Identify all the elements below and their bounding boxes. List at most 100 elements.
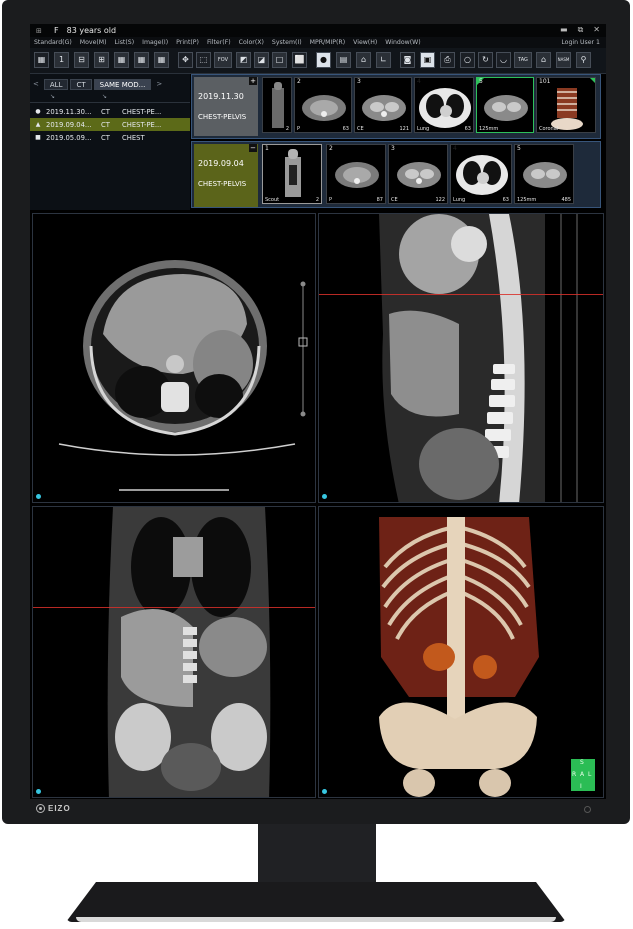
series-thumb[interactable]: 2 P 87 — [326, 144, 386, 204]
study-row[interactable]: ● 2019.11.30... CT CHEST-PE... — [30, 105, 190, 118]
volume-render-image — [379, 517, 539, 797]
restore-icon[interactable]: ⧉ — [578, 25, 584, 35]
series-thumb[interactable]: 2 — [262, 77, 292, 133]
capture-icon[interactable]: ◙ — [400, 52, 415, 68]
axial-thumb-image — [362, 95, 406, 121]
circle-roi-icon[interactable]: ● — [316, 52, 331, 68]
layout-2-button[interactable]: ⊟ — [74, 52, 89, 68]
series-thumb[interactable]: 3 CE 121 — [354, 77, 412, 133]
layout-grid-button[interactable]: ▦ — [34, 52, 49, 68]
axial-thumb-image — [477, 78, 528, 121]
menu-system[interactable]: System(I) — [272, 39, 302, 46]
thumb-label: Lung — [417, 126, 430, 132]
compare-icon[interactable]: ▣ — [420, 52, 435, 68]
layout-4-button[interactable]: ⊞ — [94, 52, 109, 68]
close-icon[interactable]: ✕ — [593, 25, 600, 35]
gsps-icon[interactable]: ▤ — [336, 52, 351, 68]
patient-sex: F — [54, 26, 59, 35]
thumb-count: 87 — [376, 197, 383, 203]
layout-6-button[interactable]: ▦ — [114, 52, 129, 68]
tab-same-modality[interactable]: SAME MOD... — [93, 78, 152, 90]
viewport-3d-volume[interactable]: S R A L I — [318, 506, 604, 798]
series-thumb[interactable]: 4 Lung 63 — [450, 144, 512, 204]
hospital-icon[interactable]: ⌂ — [356, 52, 371, 68]
smile-icon[interactable]: ◡ — [496, 52, 511, 68]
thumb-number: 5 — [517, 145, 521, 152]
brand-logo: EIZO — [36, 804, 71, 813]
thumb-count: 63 — [342, 126, 349, 132]
study-description: CHEST-PE... — [122, 107, 162, 116]
series-thumb[interactable]: 3 CE 122 — [388, 144, 448, 204]
thumb-label: CE — [391, 197, 398, 203]
angle-icon[interactable]: ∟ — [376, 52, 391, 68]
menu-filter[interactable]: Filter(F) — [207, 39, 231, 46]
axial-thumb-image — [335, 162, 379, 188]
patient-icon: ⊞ — [36, 26, 42, 35]
screen: ⊞ F 83 years old ▬ ⧉ ✕ Standard(G) Move(… — [30, 24, 606, 799]
layout-16-button[interactable]: ▦ — [154, 52, 169, 68]
thumb-label: Lung — [453, 197, 466, 203]
menu-color[interactable]: Color(X) — [239, 39, 264, 46]
collapse-toggle[interactable]: − — [249, 144, 257, 152]
tab-all[interactable]: ALL — [43, 78, 69, 90]
login-user[interactable]: Login User 1 — [561, 39, 600, 46]
study-list: ● 2019.11.30... CT CHEST-PE... ▲ 2019.09… — [30, 105, 190, 144]
study-row[interactable]: ■ 2019.05.09... CT CHEST — [30, 131, 190, 144]
orientation-cube[interactable]: S R A L I — [571, 759, 595, 791]
menu-standard[interactable]: Standard(G) — [34, 39, 72, 46]
fov-button[interactable]: FOV — [214, 52, 232, 68]
window-level-icon[interactable]: ◩ — [236, 52, 251, 68]
select-icon[interactable]: ⬚ — [196, 52, 211, 68]
minimize-icon[interactable]: ▬ — [560, 25, 568, 35]
menu-mpr-mip[interactable]: MPR/MIP(R) — [310, 39, 345, 46]
viewport-indicator — [36, 789, 41, 794]
magnifier-icon[interactable]: ⚲ — [576, 52, 591, 68]
thumb-label: P — [329, 197, 333, 203]
study-marker: ■ — [35, 134, 41, 141]
menu-list[interactable]: List(S) — [115, 39, 135, 46]
invert-icon[interactable]: ◪ — [254, 52, 269, 68]
series-thumb[interactable]: 101 Coronal — [536, 77, 596, 133]
series-thumb[interactable]: 5 125mm — [476, 77, 534, 133]
layout-1-button[interactable]: 1 — [54, 52, 69, 68]
power-button[interactable] — [584, 806, 591, 813]
study-card-prior[interactable]: − 2019.09.04 CHEST-PELVIS — [194, 144, 258, 207]
nasm-button[interactable]: NASM — [556, 52, 571, 68]
menu-move[interactable]: Move(M) — [80, 39, 107, 46]
series-thumb[interactable]: 5 125mm 485 — [514, 144, 574, 204]
thumb-number: 2 — [329, 145, 333, 152]
study-row[interactable]: ▲ 2019.09.04... CT CHEST-PE... — [30, 118, 190, 131]
print-icon[interactable]: ⎙ — [440, 52, 455, 68]
viewport-sagittal[interactable] — [318, 213, 604, 503]
building-icon[interactable]: ⌂ — [536, 52, 551, 68]
menu-print[interactable]: Print(P) — [176, 39, 199, 46]
viewport-indicator — [36, 494, 41, 499]
viewport-axial[interactable] — [32, 213, 316, 503]
viewport-coronal[interactable] — [32, 506, 316, 798]
series-thumb[interactable]: 4 Lung 63 — [414, 77, 474, 133]
orient-left: R — [572, 771, 577, 778]
expand-toggle[interactable]: + — [249, 77, 257, 85]
series-thumb[interactable]: 1 Scout 2 — [262, 144, 322, 204]
rotate-icon[interactable]: ↻ — [478, 52, 493, 68]
menu-window[interactable]: Window(W) — [385, 39, 420, 46]
layout-9-button[interactable]: ▦ — [134, 52, 149, 68]
menu-image[interactable]: Image(I) — [142, 39, 168, 46]
study-card-current[interactable]: + 2019.11.30 CHEST-PELVIS — [194, 77, 258, 136]
circle-tool-icon[interactable]: ○ — [460, 52, 475, 68]
rect-roi-icon[interactable]: □ — [272, 52, 287, 68]
layout-1-label: 1 — [58, 55, 65, 64]
tag-button[interactable]: TAG — [514, 52, 532, 68]
study-card-date: 2019.09.04 — [198, 159, 244, 168]
menu-bar: Standard(G) Move(M) List(S) Image(I) Pri… — [30, 37, 606, 48]
chevron-left-icon[interactable]: < — [30, 80, 42, 88]
series-thumb[interactable]: 2 P 63 — [294, 77, 352, 133]
tab-ct[interactable]: CT — [70, 78, 92, 90]
zoom-icon[interactable]: ⬜ — [292, 52, 307, 68]
thumb-count: 63 — [502, 197, 509, 203]
menu-view[interactable]: View(H) — [353, 39, 377, 46]
pan-icon[interactable]: ✥ — [178, 52, 193, 68]
sort-date-icon[interactable]: ↘ — [50, 93, 55, 100]
chevron-right-icon[interactable]: > — [153, 80, 165, 88]
sort-modality-icon[interactable]: ↘ — [102, 93, 107, 100]
